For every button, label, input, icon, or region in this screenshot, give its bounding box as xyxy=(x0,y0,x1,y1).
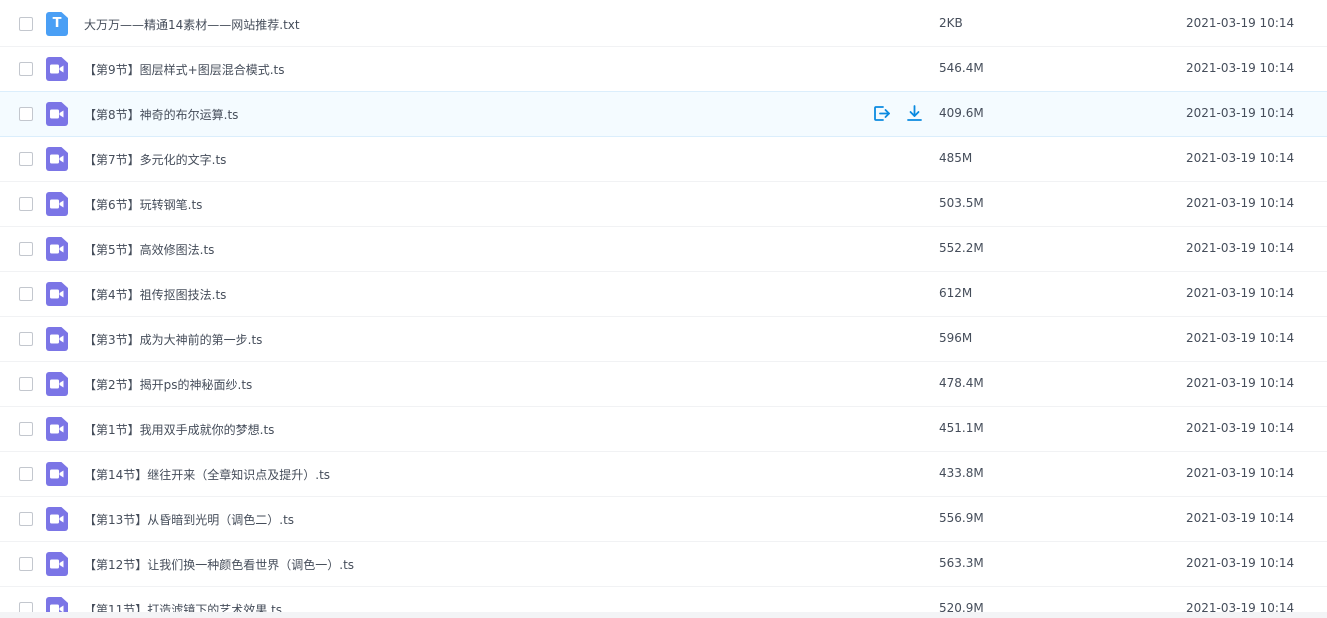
video-file-icon xyxy=(46,282,68,306)
file-list: T 大万万——精通14素材——网站推荐.txt 2KB 2021-03-19 10:1… xyxy=(0,2,1327,612)
file-date: 2021-03-19 10:14 xyxy=(1186,601,1295,612)
row-checkbox[interactable] xyxy=(19,512,33,526)
file-name[interactable]: 【第5节】高效修图法.ts xyxy=(84,241,214,258)
row-checkbox[interactable] xyxy=(19,242,33,256)
row-checkbox[interactable] xyxy=(19,17,33,31)
video-file-icon xyxy=(46,147,68,171)
file-size: 409.6M xyxy=(939,106,984,120)
file-name[interactable]: 【第7节】多元化的文字.ts xyxy=(84,151,226,168)
video-file-icon xyxy=(46,507,68,531)
row-checkbox[interactable] xyxy=(19,332,33,346)
file-date: 2021-03-19 10:14 xyxy=(1186,151,1295,165)
file-name[interactable]: 【第14节】继往开来（全章知识点及提升）.ts xyxy=(84,466,330,483)
file-size: 563.3M xyxy=(939,556,984,570)
row-checkbox[interactable] xyxy=(19,62,33,76)
file-row[interactable]: 【第8节】神奇的布尔运算.ts 409.6M 2021-03-19 10:14 xyxy=(0,91,1327,137)
file-row[interactable]: 【第6节】玩转钢笔.ts 503.5M 2021-03-19 10:14 xyxy=(0,182,1327,227)
video-file-icon xyxy=(46,102,68,126)
file-date: 2021-03-19 10:14 xyxy=(1186,421,1295,435)
file-name[interactable]: 【第8节】神奇的布尔运算.ts xyxy=(84,106,238,123)
file-size: 520.9M xyxy=(939,601,984,612)
file-name[interactable]: 【第12节】让我们换一种颜色看世界（调色一）.ts xyxy=(84,556,354,573)
video-file-icon xyxy=(46,597,68,612)
file-row[interactable]: 【第2节】揭开ps的神秘面纱.ts 478.4M 2021-03-19 10:14 xyxy=(0,362,1327,407)
file-date: 2021-03-19 10:14 xyxy=(1186,556,1295,570)
file-row[interactable]: T 大万万——精通14素材——网站推荐.txt 2KB 2021-03-19 10:1… xyxy=(0,2,1327,47)
video-file-icon xyxy=(46,552,68,576)
video-file-icon xyxy=(46,372,68,396)
file-size: 433.8M xyxy=(939,466,984,480)
video-file-icon xyxy=(46,57,68,81)
file-name[interactable]: 【第13节】从昏暗到光明（调色二）.ts xyxy=(84,511,294,528)
file-name[interactable]: 【第2节】揭开ps的神秘面纱.ts xyxy=(84,376,252,393)
video-file-icon xyxy=(46,462,68,486)
file-date: 2021-03-19 10:14 xyxy=(1186,61,1295,75)
horizontal-scrollbar[interactable] xyxy=(0,612,1327,618)
file-date: 2021-03-19 10:14 xyxy=(1186,196,1295,210)
file-row[interactable]: 【第13节】从昏暗到光明（调色二）.ts 556.9M 2021-03-19 10:… xyxy=(0,497,1327,542)
txt-file-icon: T xyxy=(46,12,68,36)
file-row[interactable]: 【第1节】我用双手成就你的梦想.ts 451.1M 2021-03-19 10:14 xyxy=(0,407,1327,452)
row-checkbox[interactable] xyxy=(19,557,33,571)
file-date: 2021-03-19 10:14 xyxy=(1186,286,1295,300)
file-size: 552.2M xyxy=(939,241,984,255)
file-date: 2021-03-19 10:14 xyxy=(1186,106,1295,120)
file-size: 485M xyxy=(939,151,973,165)
file-size: 556.9M xyxy=(939,511,984,525)
share-out-icon[interactable] xyxy=(872,104,891,123)
video-file-icon xyxy=(46,237,68,261)
row-checkbox[interactable] xyxy=(19,602,33,612)
video-file-icon xyxy=(46,192,68,216)
file-name[interactable]: 【第1节】我用双手成就你的梦想.ts xyxy=(84,421,274,438)
file-name[interactable]: 大万万——精通14素材——网站推荐.txt xyxy=(84,16,300,33)
row-checkbox[interactable] xyxy=(19,422,33,436)
file-date: 2021-03-19 10:14 xyxy=(1186,466,1295,480)
row-checkbox[interactable] xyxy=(19,152,33,166)
download-icon[interactable] xyxy=(905,104,924,123)
file-size: 612M xyxy=(939,286,973,300)
file-size: 546.4M xyxy=(939,61,984,75)
file-date: 2021-03-19 10:14 xyxy=(1186,376,1295,390)
file-name[interactable]: 【第4节】祖传抠图技法.ts xyxy=(84,286,226,303)
file-row[interactable]: 【第3节】成为大神前的第一步.ts 596M 2021-03-19 10:14 xyxy=(0,317,1327,362)
row-checkbox[interactable] xyxy=(19,197,33,211)
row-checkbox[interactable] xyxy=(19,467,33,481)
file-size: 503.5M xyxy=(939,196,984,210)
file-row[interactable]: 【第5节】高效修图法.ts 552.2M 2021-03-19 10:14 xyxy=(0,227,1327,272)
row-checkbox[interactable] xyxy=(19,377,33,391)
file-row[interactable]: 【第12节】让我们换一种颜色看世界（调色一）.ts 563.3M 2021-03-1… xyxy=(0,542,1327,587)
file-row[interactable]: 【第14节】继往开来（全章知识点及提升）.ts 433.8M 2021-03-19 … xyxy=(0,452,1327,497)
file-name[interactable]: 【第6节】玩转钢笔.ts xyxy=(84,196,202,213)
file-date: 2021-03-19 10:14 xyxy=(1186,241,1295,255)
row-checkbox[interactable] xyxy=(19,107,33,121)
file-size: 478.4M xyxy=(939,376,984,390)
file-date: 2021-03-19 10:14 xyxy=(1186,331,1295,345)
video-file-icon xyxy=(46,327,68,351)
file-date: 2021-03-19 10:14 xyxy=(1186,511,1295,525)
file-size: 596M xyxy=(939,331,973,345)
file-size: 451.1M xyxy=(939,421,984,435)
txt-icon-letter: T xyxy=(52,16,62,31)
file-name[interactable]: 【第3节】成为大神前的第一步.ts xyxy=(84,331,262,348)
file-row[interactable]: 【第9节】图层样式+图层混合模式.ts 546.4M 2021-03-19 10:1… xyxy=(0,47,1327,92)
file-row[interactable]: 【第11节】打造滤镜下的艺术效果.ts 520.9M 2021-03-19 10:1… xyxy=(0,587,1327,612)
file-size: 2KB xyxy=(939,16,963,30)
row-actions xyxy=(872,104,924,123)
file-row[interactable]: 【第7节】多元化的文字.ts 485M 2021-03-19 10:14 xyxy=(0,137,1327,182)
file-name[interactable]: 【第11节】打造滤镜下的艺术效果.ts xyxy=(84,601,282,612)
video-file-icon xyxy=(46,417,68,441)
file-name[interactable]: 【第9节】图层样式+图层混合模式.ts xyxy=(84,61,284,78)
row-checkbox[interactable] xyxy=(19,287,33,301)
file-date: 2021-03-19 10:14 xyxy=(1186,16,1295,30)
file-row[interactable]: 【第4节】祖传抠图技法.ts 612M 2021-03-19 10:14 xyxy=(0,272,1327,317)
